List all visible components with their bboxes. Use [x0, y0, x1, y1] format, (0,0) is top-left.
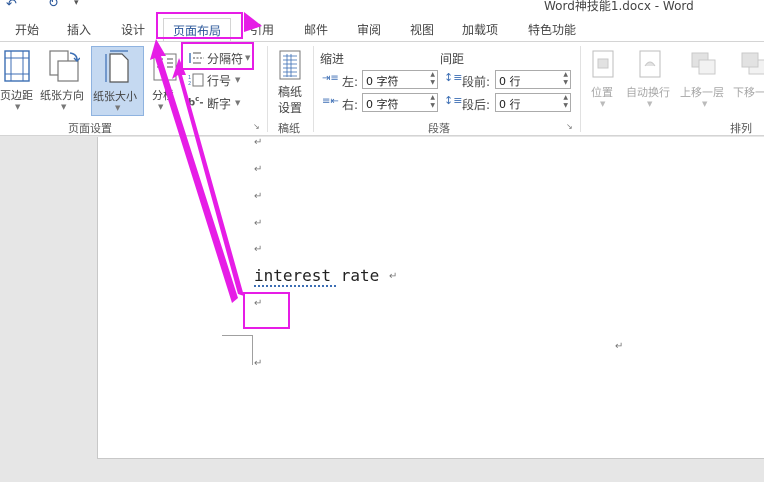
arrow-to-breaks: [172, 58, 244, 296]
annotation-arrows: [150, 12, 262, 303]
arrow-to-tab-right: [244, 12, 262, 32]
arrow-to-tab: [150, 39, 238, 303]
